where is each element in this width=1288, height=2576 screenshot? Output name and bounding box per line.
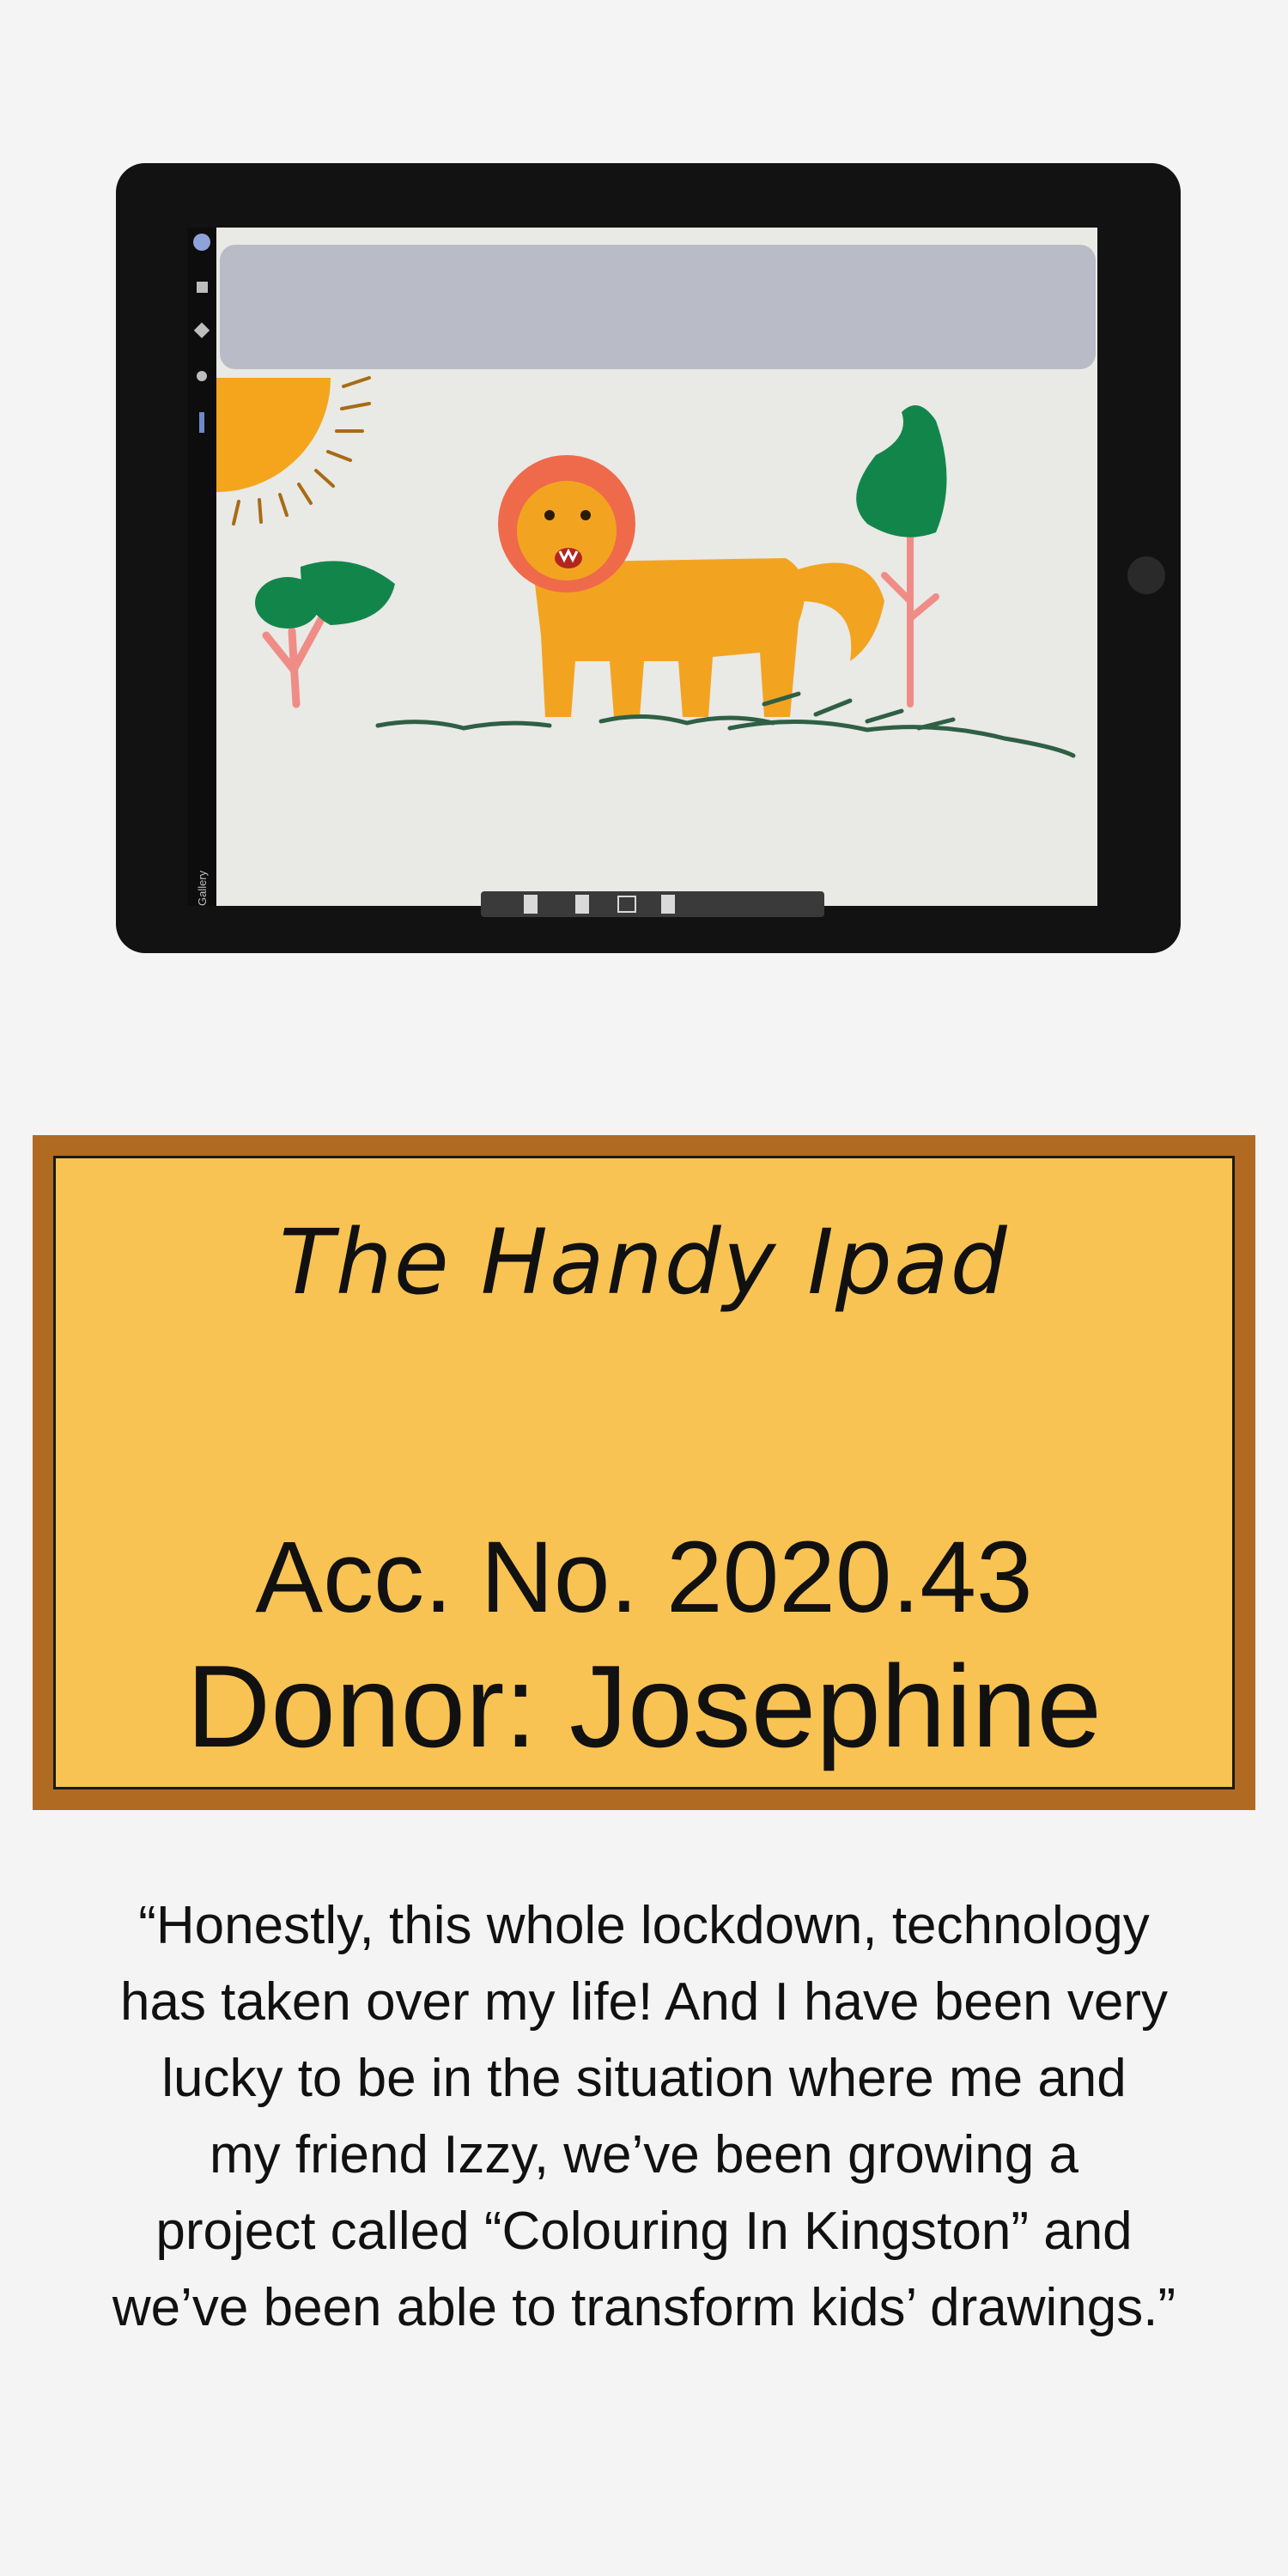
eraser-icon <box>199 412 204 433</box>
donor-name: Donor: Josephine <box>185 1641 1103 1771</box>
museum-label-card: The Handy Ipad Acc. No. 2020.43 Donor: J… <box>33 1135 1255 1810</box>
ipad-illustration: Gallery <box>116 163 1181 953</box>
color-picker-icon <box>193 234 210 251</box>
sky-band <box>220 245 1096 369</box>
gallery-label: Gallery <box>196 870 209 906</box>
home-button <box>1127 556 1165 594</box>
accession-number: Acc. No. 2020.43 <box>255 1521 1033 1634</box>
museum-label-inner: The Handy Ipad Acc. No. 2020.43 Donor: J… <box>53 1156 1235 1789</box>
object-title: The Handy Ipad <box>279 1210 1009 1315</box>
smudge-icon <box>197 371 207 381</box>
layers-icon <box>197 282 208 293</box>
donor-quote: “Honestly, this whole lockdown, technolo… <box>112 1896 1176 2337</box>
